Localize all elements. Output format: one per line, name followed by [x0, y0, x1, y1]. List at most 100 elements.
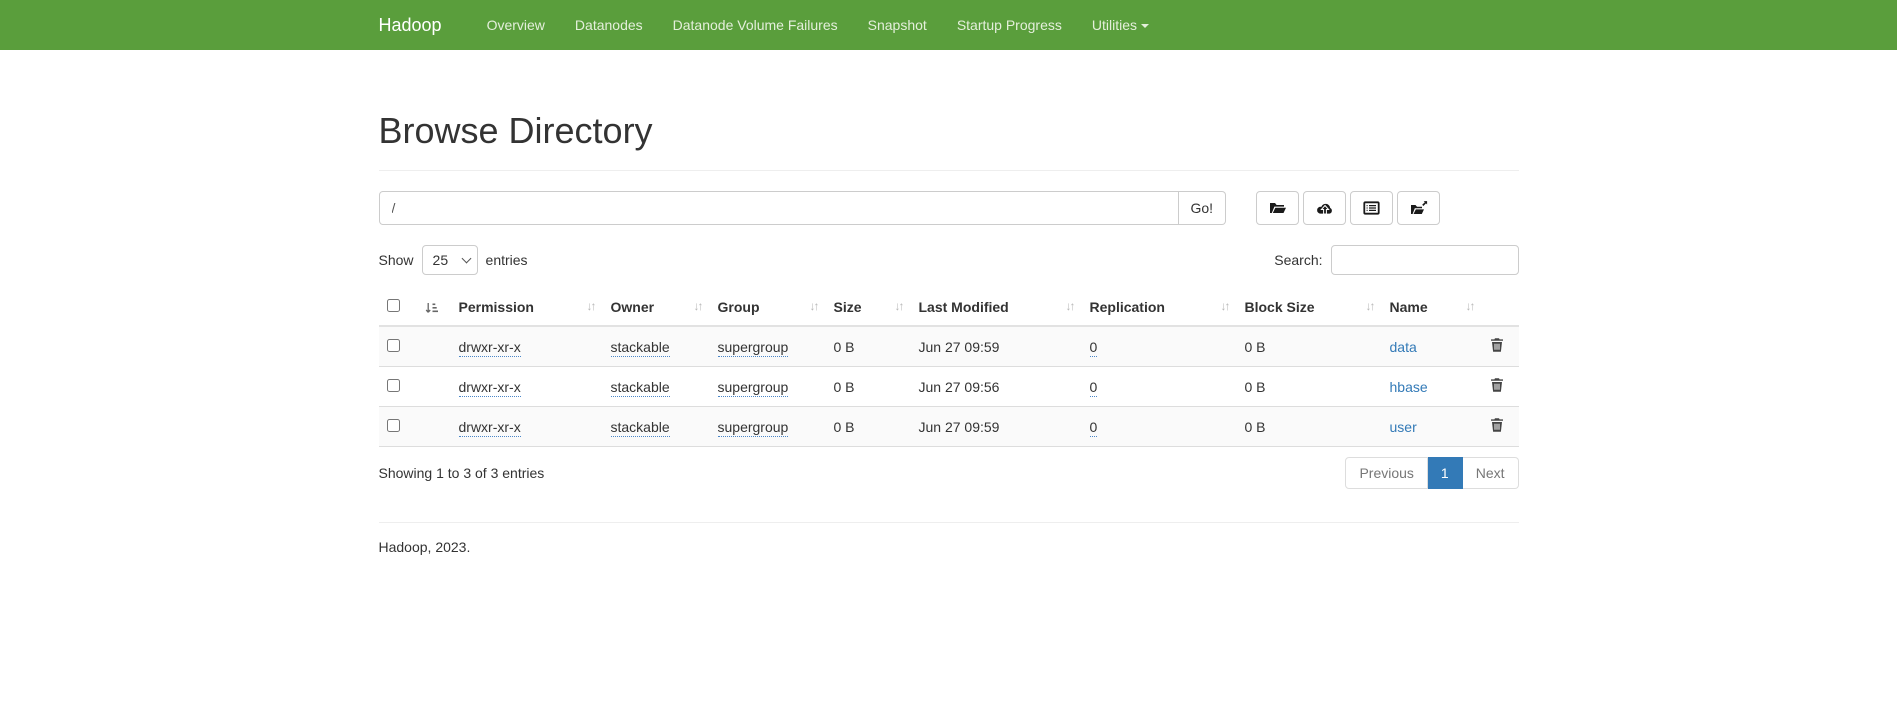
table-info: Showing 1 to 3 of 3 entries	[379, 465, 545, 481]
path-input[interactable]	[379, 191, 1179, 225]
search-input[interactable]	[1331, 245, 1519, 275]
owner-cell[interactable]: stackable	[611, 419, 670, 437]
table-footer: Showing 1 to 3 of 3 entries Previous 1 N…	[379, 457, 1519, 489]
sort-icon[interactable]: ↓↑	[1466, 299, 1474, 313]
folder-transfer-button[interactable]	[1397, 191, 1440, 225]
create-directory-button[interactable]	[1256, 191, 1299, 225]
search-label: Search:	[1274, 252, 1322, 268]
folder-open-icon	[1269, 200, 1287, 216]
group-cell[interactable]: supergroup	[718, 379, 789, 397]
col-header-block-size[interactable]: Block Size↓↑	[1237, 291, 1382, 326]
sort-icon[interactable]: ↓↑	[1366, 299, 1374, 313]
last-modified-cell: Jun 27 09:59	[911, 326, 1082, 367]
last-modified-cell: Jun 27 09:59	[911, 407, 1082, 447]
pagination-next[interactable]: Next	[1463, 457, 1519, 489]
permission-cell[interactable]: drwxr-xr-x	[459, 419, 521, 437]
entries-label: entries	[486, 252, 528, 268]
col-header-select	[379, 291, 451, 326]
sort-icon[interactable]: ↓↑	[694, 299, 702, 313]
block-size-cell: 0 B	[1237, 407, 1382, 447]
row-checkbox[interactable]	[387, 419, 400, 432]
page-size-value: 25	[433, 252, 449, 268]
footer-text: Hadoop, 2023.	[379, 539, 1519, 555]
permission-cell[interactable]: drwxr-xr-x	[459, 339, 521, 357]
page-title: Browse Directory	[379, 110, 1519, 152]
col-header-name[interactable]: Name↓↑	[1382, 291, 1482, 326]
replication-cell[interactable]: 0	[1090, 419, 1098, 437]
navbar: Hadoop Overview Datanodes Datanode Volum…	[0, 0, 1897, 50]
path-bar: Go!	[379, 191, 1519, 225]
delete-button[interactable]	[1490, 337, 1504, 356]
trash-icon	[1490, 417, 1504, 433]
table-controls: Show 25 entries Search:	[379, 245, 1519, 275]
block-size-cell: 0 B	[1237, 367, 1382, 407]
size-cell: 0 B	[826, 367, 911, 407]
delete-button[interactable]	[1490, 377, 1504, 396]
sort-icon[interactable]: ↓↑	[1221, 299, 1229, 313]
cut-paste-button[interactable]	[1350, 191, 1393, 225]
row-checkbox[interactable]	[387, 339, 400, 352]
trash-icon	[1490, 337, 1504, 353]
nav-item-utilities-label: Utilities	[1092, 17, 1137, 33]
col-header-replication[interactable]: Replication↓↑	[1082, 291, 1237, 326]
col-header-size[interactable]: Size↓↑	[826, 291, 911, 326]
replication-cell[interactable]: 0	[1090, 339, 1098, 357]
upload-file-button[interactable]	[1303, 191, 1346, 225]
nav-item-datanode-volume-failures[interactable]: Datanode Volume Failures	[658, 0, 853, 50]
table-row: drwxr-xr-x stackable supergroup 0 B Jun …	[379, 326, 1519, 367]
owner-cell[interactable]: stackable	[611, 379, 670, 397]
sort-icon[interactable]: ↓↑	[587, 299, 595, 313]
block-size-cell: 0 B	[1237, 326, 1382, 367]
footer-divider	[379, 522, 1519, 523]
chevron-down-icon	[461, 254, 471, 264]
sort-icon[interactable]: ↓↑	[810, 299, 818, 313]
pagination: Previous 1 Next	[1345, 457, 1518, 489]
row-checkbox[interactable]	[387, 379, 400, 392]
sort-icon[interactable]: ↓↑	[1066, 299, 1074, 313]
divider	[379, 170, 1519, 171]
directory-action-buttons	[1256, 191, 1440, 225]
table-row: drwxr-xr-x stackable supergroup 0 B Jun …	[379, 367, 1519, 407]
name-link[interactable]: hbase	[1390, 379, 1428, 395]
table-body: drwxr-xr-x stackable supergroup 0 B Jun …	[379, 326, 1519, 447]
size-cell: 0 B	[826, 326, 911, 367]
list-alt-icon	[1363, 200, 1380, 216]
col-header-owner[interactable]: Owner↓↑	[603, 291, 710, 326]
pagination-page-1[interactable]: 1	[1428, 457, 1463, 489]
permission-cell[interactable]: drwxr-xr-x	[459, 379, 521, 397]
nav-item-datanodes[interactable]: Datanodes	[560, 0, 658, 50]
nav-item-snapshot[interactable]: Snapshot	[853, 0, 942, 50]
col-header-group[interactable]: Group↓↑	[710, 291, 826, 326]
cloud-upload-icon	[1316, 200, 1334, 216]
brand-hadoop[interactable]: Hadoop	[379, 0, 457, 50]
col-header-last-modified[interactable]: Last Modified↓↑	[911, 291, 1082, 326]
sort-asc-icon[interactable]	[425, 302, 438, 315]
sort-icon[interactable]: ↓↑	[895, 299, 903, 313]
col-header-permission[interactable]: Permission↓↑	[451, 291, 603, 326]
show-label: Show	[379, 252, 414, 268]
folder-transfer-icon	[1410, 200, 1428, 216]
trash-icon	[1490, 377, 1504, 393]
table-row: drwxr-xr-x stackable supergroup 0 B Jun …	[379, 407, 1519, 447]
nav-item-startup-progress[interactable]: Startup Progress	[942, 0, 1077, 50]
size-cell: 0 B	[826, 407, 911, 447]
select-all-checkbox[interactable]	[387, 299, 400, 312]
page-size-select[interactable]: 25	[422, 245, 478, 275]
group-cell[interactable]: supergroup	[718, 339, 789, 357]
pagination-previous[interactable]: Previous	[1345, 457, 1427, 489]
name-link[interactable]: data	[1390, 339, 1417, 355]
delete-button[interactable]	[1490, 417, 1504, 436]
directory-table: Permission↓↑ Owner↓↑ Group↓↑ Size↓↑ Last…	[379, 291, 1519, 447]
nav-item-utilities[interactable]: Utilities	[1077, 0, 1164, 50]
nav-item-overview[interactable]: Overview	[472, 0, 560, 50]
last-modified-cell: Jun 27 09:56	[911, 367, 1082, 407]
owner-cell[interactable]: stackable	[611, 339, 670, 357]
go-button[interactable]: Go!	[1179, 191, 1227, 225]
group-cell[interactable]: supergroup	[718, 419, 789, 437]
table-header-row: Permission↓↑ Owner↓↑ Group↓↑ Size↓↑ Last…	[379, 291, 1519, 326]
caret-down-icon	[1141, 24, 1149, 28]
name-link[interactable]: user	[1390, 419, 1417, 435]
col-header-actions	[1482, 291, 1519, 326]
replication-cell[interactable]: 0	[1090, 379, 1098, 397]
nav-menu: Overview Datanodes Datanode Volume Failu…	[472, 0, 1164, 50]
